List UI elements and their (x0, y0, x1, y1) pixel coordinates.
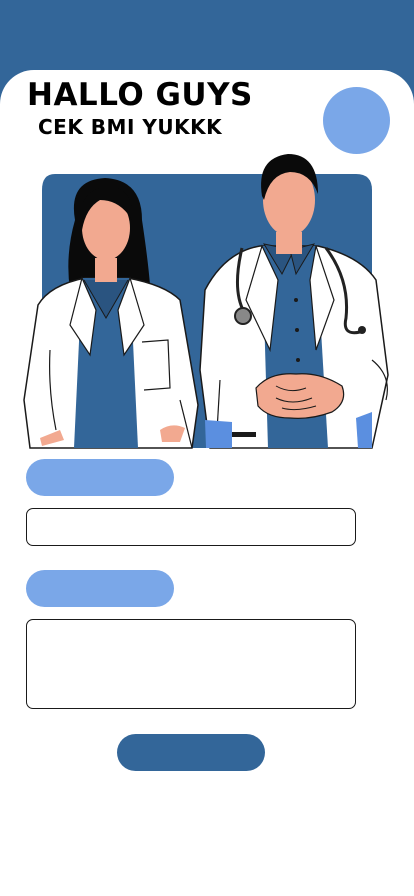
decorative-circle (323, 87, 390, 154)
bmi-input-2[interactable] (26, 619, 356, 709)
doctors-illustration (23, 154, 389, 449)
page-title: HALLO GUYS (27, 77, 253, 113)
field-label-pill-2 (26, 570, 174, 607)
page-subtitle: CEK BMI YUKKK (38, 115, 223, 139)
bmi-input-1[interactable] (26, 508, 356, 546)
submit-button[interactable] (117, 734, 265, 771)
field-label-pill-1 (26, 459, 174, 496)
